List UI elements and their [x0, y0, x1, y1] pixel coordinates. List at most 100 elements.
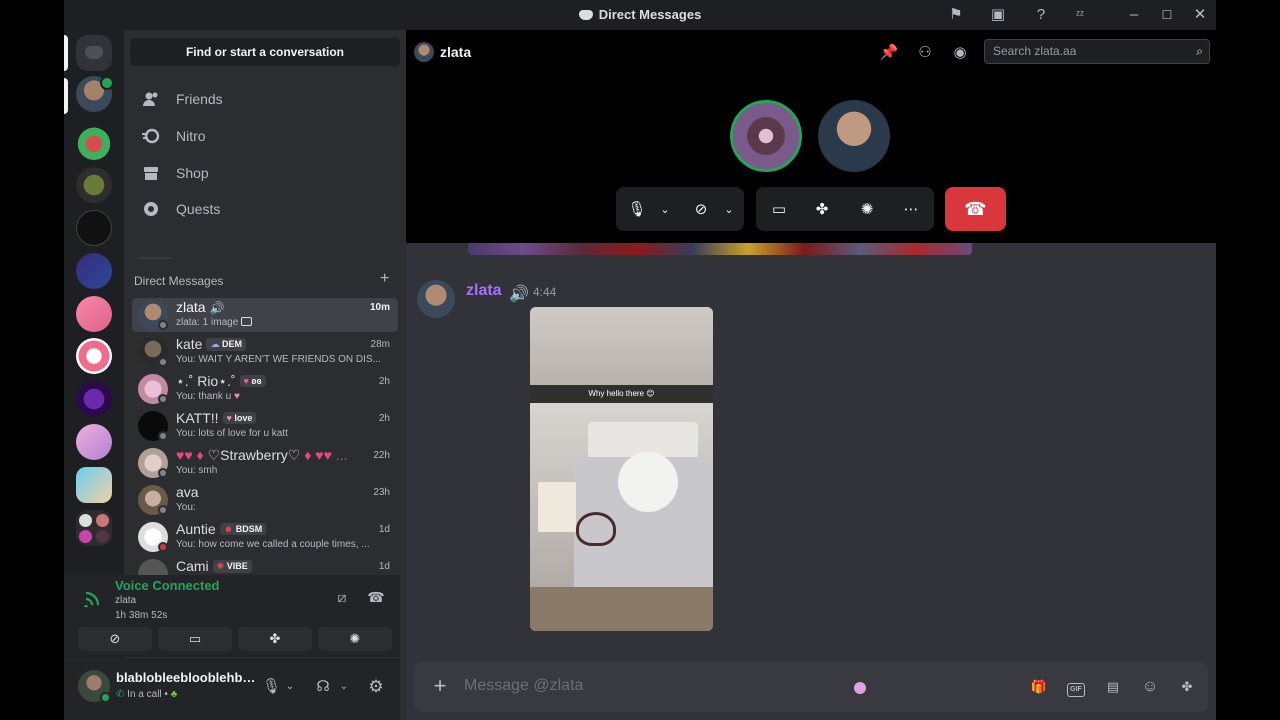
dm-name-wrap: ⋆.˚ Rio⋆.˚ ♥ ʚɞ: [176, 373, 266, 390]
server-icon-anime[interactable]: [76, 424, 112, 460]
dm-row[interactable]: ava You: 23h: [132, 483, 398, 517]
folder-server-icon: [79, 530, 92, 543]
dm-name: ♡Strawberry♡: [207, 447, 301, 463]
flag-icon[interactable]: ⚑: [946, 5, 966, 25]
message-author[interactable]: zlata: [466, 282, 502, 300]
server-icon-badge[interactable]: [76, 338, 112, 374]
microphone-icon[interactable]: 🎙: [626, 199, 648, 221]
call-avatar-self[interactable]: [818, 100, 890, 172]
microphone-icon[interactable]: 🎙: [262, 676, 281, 698]
discord-logo-icon: [578, 10, 593, 20]
dm-row[interactable]: ⋆.˚ Rio⋆.˚ ♥ ʚɞ You: thank u ♥ 2h: [132, 372, 398, 406]
guild-tag: ♥ ʚɞ: [239, 375, 266, 387]
noise-suppression-icon[interactable]: ⧄: [332, 589, 352, 609]
chevron-down-icon[interactable]: ⌄: [284, 676, 296, 698]
dm-section-header: Direct Messages: [134, 274, 224, 288]
nav-label: Quests: [176, 201, 221, 217]
collapsed-section-label: ———: [138, 252, 171, 264]
gift-icon[interactable]: 🎁: [1028, 676, 1050, 698]
create-dm-plus-icon[interactable]: +: [380, 270, 389, 288]
nav-shop[interactable]: Shop: [132, 156, 398, 190]
nav-label: Shop: [176, 165, 209, 181]
camera-off-icon[interactable]: ⊘: [690, 199, 712, 221]
activities-button[interactable]: ✤: [238, 627, 312, 651]
screen-share-button[interactable]: ▭: [158, 627, 232, 651]
soundboard-button[interactable]: ✺: [318, 627, 392, 651]
dm-name: KATT!!: [176, 410, 219, 426]
search-icon: ⌕: [1196, 44, 1203, 58]
message-input[interactable]: Message @zlata: [464, 677, 583, 695]
tag-label: BDSM: [235, 524, 263, 534]
close-icon[interactable]: ✕: [1190, 5, 1210, 25]
previous-image-attachment[interactable]: [468, 243, 972, 255]
connection-signal-icon[interactable]: [84, 589, 104, 607]
dm-row[interactable]: zlata 🔊 zlata: 1 image 10m: [132, 298, 398, 332]
activities-icon[interactable]: ✤: [811, 199, 833, 221]
voice-channel[interactable]: zlata: [115, 595, 136, 606]
dm-name-wrap: zlata 🔊: [176, 299, 224, 315]
guild-tag: ✺ VIBE: [212, 560, 252, 573]
nitro-icon: [142, 128, 160, 144]
find-conversation-button[interactable]: Find or start a conversation: [130, 38, 400, 66]
server-icon-plant[interactable]: [76, 124, 112, 160]
nav-friends[interactable]: Friends: [132, 82, 398, 116]
server-icon-emblem[interactable]: [76, 167, 112, 203]
server-folder[interactable]: [76, 510, 112, 546]
call-avatar-speaking[interactable]: [730, 100, 802, 172]
dm-row[interactable]: kate ☁ DEM You: WAIT Y AREN'T WE FRIENDS …: [132, 335, 398, 369]
rail-selection-pill: [64, 35, 68, 71]
message-image-attachment[interactable]: Why hello there 😊: [530, 307, 713, 631]
screen-share-icon[interactable]: ▭: [768, 199, 790, 221]
hangup-button[interactable]: ☎: [945, 187, 1006, 231]
headphones-icon[interactable]: ☊: [314, 676, 332, 698]
gif-icon[interactable]: GIF: [1065, 676, 1087, 698]
chevron-down-icon[interactable]: ⌄: [338, 676, 350, 698]
server-icon-purple[interactable]: [76, 381, 112, 417]
sticker-icon[interactable]: ▤: [1102, 676, 1124, 698]
search-placeholder: Search zlata.aa: [993, 44, 1077, 58]
nav-nitro[interactable]: Nitro: [132, 119, 398, 153]
dm-row[interactable]: ♥♥ ♦ ♡Strawberry♡ ♦ ♥♥ ... You: smh 22h: [132, 446, 398, 480]
dm-row[interactable]: KATT!! ♥ love You: lots of love for u kat…: [132, 409, 398, 443]
dm-home-button[interactable]: [76, 35, 112, 71]
maximize-icon[interactable]: ☐: [1157, 5, 1177, 25]
username[interactable]: blablobleeblooblehblah: [116, 670, 256, 685]
nav-label: Friends: [176, 91, 223, 107]
folder-server-icon: [79, 514, 92, 527]
server-icon-sky[interactable]: [76, 467, 112, 503]
more-icon[interactable]: ⋯: [900, 199, 922, 221]
settings-gear-icon[interactable]: ⚙: [366, 676, 386, 698]
server-icon-pink[interactable]: [76, 296, 112, 332]
add-friends-icon[interactable]: ⚇: [914, 42, 936, 64]
dm-time: 10m: [369, 302, 390, 313]
search-input[interactable]: Search zlata.aa ⌕: [984, 39, 1210, 64]
camera-off-button[interactable]: ⊘: [78, 627, 152, 651]
dm-time: 1d: [378, 524, 390, 535]
dm-name-wrap: Cami ✺ VIBE: [176, 558, 252, 574]
apps-icon[interactable]: ✤: [1176, 676, 1198, 698]
attach-plus-icon[interactable]: +: [428, 674, 452, 698]
dm-preview: You: smh: [176, 465, 218, 476]
sleep-icon[interactable]: ᶻᶻ: [1070, 5, 1090, 25]
pin-icon[interactable]: 📌: [878, 42, 900, 64]
dm-time: 2h: [378, 413, 390, 424]
inbox-icon[interactable]: ▣: [988, 5, 1008, 25]
tag-label: DEM: [221, 339, 242, 349]
emoji-icon[interactable]: ☺: [1139, 676, 1161, 698]
server-icon-socialize[interactable]: [76, 253, 112, 289]
soundboard-icon[interactable]: ✺: [856, 199, 878, 221]
nav-quests[interactable]: Quests: [132, 192, 398, 226]
user-profile-icon[interactable]: ◉: [949, 42, 971, 64]
disconnect-icon[interactable]: ☎: [366, 589, 386, 609]
tag-heart-icon: ♥: [226, 413, 232, 423]
dm-row[interactable]: Cami ✺ VIBE 1d: [132, 557, 398, 577]
chevron-down-icon[interactable]: ⌄: [718, 199, 740, 221]
minimize-icon[interactable]: –: [1124, 5, 1144, 25]
message-avatar[interactable]: [417, 280, 455, 318]
chevron-down-icon[interactable]: ⌄: [654, 199, 676, 221]
guild-tag: ☁ DEM: [206, 338, 246, 351]
server-icon-dark[interactable]: [76, 210, 112, 246]
dm-row[interactable]: Auntie ☻ BDSM You: how come we called a c…: [132, 520, 398, 554]
dm-name-wrap: ♥♥ ♦ ♡Strawberry♡ ♦ ♥♥ ...: [176, 447, 347, 464]
help-icon[interactable]: ?: [1031, 5, 1051, 25]
